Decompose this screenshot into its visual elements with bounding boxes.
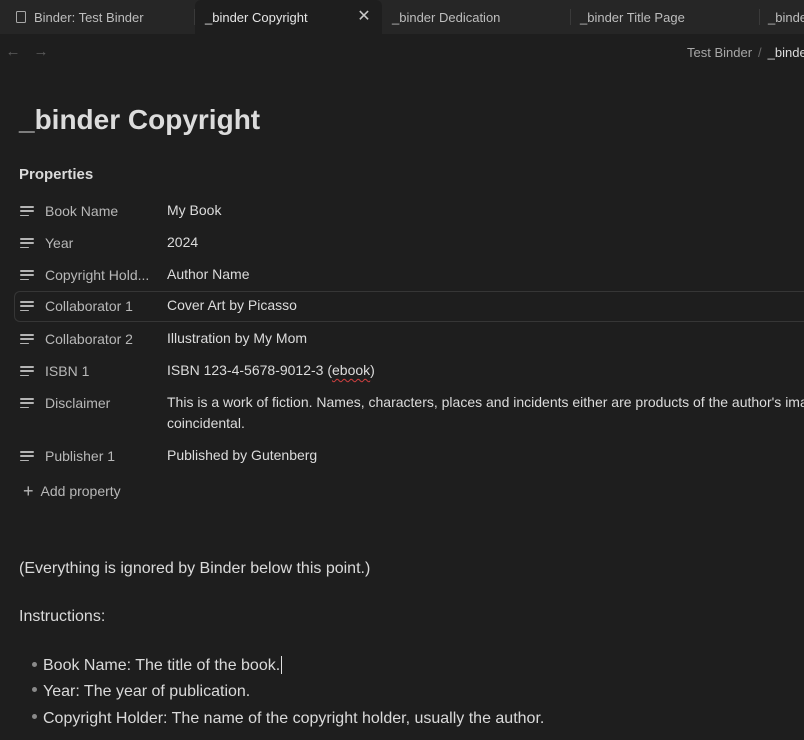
tab-bar: Binder: Test Binder _binder Copyright ✕ …: [0, 0, 804, 34]
tab-label: _binde: [768, 9, 804, 25]
property-value[interactable]: This is a work of fiction. Names, charac…: [167, 392, 804, 434]
list-item-text: Book Name: The title of the book.: [43, 657, 281, 675]
property-row-book-name[interactable]: Book Name My Book: [14, 196, 804, 226]
text-property-icon[interactable]: [20, 238, 34, 249]
tab-label: _binder Dedication: [392, 9, 501, 25]
breadcrumb-separator: /: [758, 45, 762, 60]
text-property-icon[interactable]: [20, 206, 34, 217]
add-property-label: Add property: [40, 483, 121, 499]
bullet-icon: [32, 687, 37, 693]
breadcrumb-parent[interactable]: Test Binder: [687, 45, 752, 60]
property-key[interactable]: Publisher 1: [45, 448, 155, 464]
list-item-text: Year: The year of publication.: [43, 683, 251, 700]
tab-binder-test-binder[interactable]: Binder: Test Binder: [0, 0, 195, 34]
text-property-icon[interactable]: [20, 398, 34, 409]
tab-binder-title-page[interactable]: _binder Title Page: [571, 0, 760, 34]
value-text: ): [370, 362, 375, 378]
tab-binder-copyright[interactable]: _binder Copyright ✕: [195, 0, 382, 34]
property-value[interactable]: ISBN 123-4-5678-9012-3 (ebook): [167, 360, 375, 381]
tab-label: Binder: Test Binder: [34, 9, 144, 25]
property-value[interactable]: Author Name: [167, 264, 249, 285]
property-key[interactable]: Year: [45, 235, 155, 251]
ignore-note[interactable]: (Everything is ignored by Binder below t…: [19, 560, 370, 578]
tab-binder-dedication[interactable]: _binder Dedication: [382, 0, 571, 34]
text-property-icon[interactable]: [20, 366, 34, 377]
text-property-icon[interactable]: [20, 334, 34, 345]
instructions-heading[interactable]: Instructions:: [19, 608, 105, 626]
close-icon[interactable]: ✕: [355, 8, 373, 26]
property-row-collaborator-1[interactable]: Collaborator 1 Cover Art by Picasso: [14, 291, 804, 322]
property-value[interactable]: Illustration by My Mom: [167, 328, 307, 349]
breadcrumb-current[interactable]: _binder: [768, 45, 804, 60]
property-value[interactable]: My Book: [167, 200, 221, 221]
property-row-collaborator-2[interactable]: Collaborator 2 Illustration by My Mom: [14, 324, 804, 354]
property-value[interactable]: 2024: [167, 232, 198, 253]
property-key[interactable]: Collaborator 2: [45, 331, 155, 347]
property-value[interactable]: Cover Art by Picasso: [167, 295, 297, 316]
property-key[interactable]: ISBN 1: [45, 363, 155, 379]
file-icon: [16, 11, 26, 23]
property-row-disclaimer[interactable]: Disclaimer This is a work of fiction. Na…: [14, 388, 804, 438]
navigation-bar: ← → Test Binder / _binder: [0, 35, 804, 71]
plus-icon: +: [23, 481, 34, 501]
list-item[interactable]: Year: The year of publication.: [32, 683, 250, 701]
tab-binder-overflow[interactable]: _binde: [760, 0, 804, 34]
arrow-left-icon[interactable]: ←: [4, 43, 22, 61]
list-item-text: Copyright Holder: The name of the copyri…: [43, 710, 545, 727]
property-key[interactable]: Collaborator 1: [45, 298, 155, 314]
bullet-icon: [32, 714, 37, 720]
property-key[interactable]: Book Name: [45, 203, 155, 219]
property-key[interactable]: Disclaimer: [45, 395, 155, 411]
property-row-copyright-holder[interactable]: Copyright Hold... Author Name: [14, 260, 804, 290]
arrow-right-icon[interactable]: →: [32, 43, 50, 61]
spellcheck-flagged-word[interactable]: ebook: [332, 362, 370, 378]
property-row-publisher-1[interactable]: Publisher 1 Published by Gutenberg: [14, 441, 804, 471]
properties-heading[interactable]: Properties: [19, 166, 93, 183]
text-property-icon[interactable]: [20, 270, 34, 281]
text-property-icon[interactable]: [20, 451, 34, 462]
add-property-button[interactable]: + Add property: [23, 482, 121, 500]
property-key[interactable]: Copyright Hold...: [45, 267, 155, 283]
text-cursor: [281, 656, 283, 674]
property-value[interactable]: Published by Gutenberg: [167, 445, 317, 466]
list-item[interactable]: Book Name: The title of the book.: [32, 656, 283, 675]
tab-label: _binder Title Page: [580, 9, 685, 25]
list-item[interactable]: Copyright Holder: The name of the copyri…: [32, 710, 544, 728]
page-title[interactable]: _binder Copyright: [19, 104, 260, 136]
text-property-icon[interactable]: [20, 301, 34, 312]
value-text: ISBN 123-4-5678-9012-3 (: [167, 362, 332, 378]
property-row-year[interactable]: Year 2024: [14, 228, 804, 258]
breadcrumb: Test Binder / _binder: [687, 45, 804, 60]
property-row-isbn-1[interactable]: ISBN 1 ISBN 123-4-5678-9012-3 (ebook): [14, 356, 804, 386]
bullet-icon: [32, 661, 37, 667]
tab-label: _binder Copyright: [205, 9, 308, 25]
